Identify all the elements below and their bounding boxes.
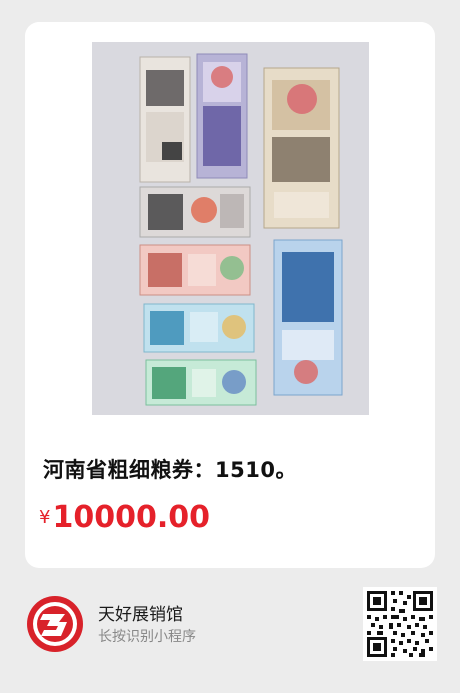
coupon-tan-large xyxy=(263,67,340,229)
coupon-green xyxy=(145,359,257,406)
mini-program-footer[interactable]: 天好展销馆 长按识别小程序 xyxy=(0,578,460,693)
product-price: ¥10000.00 xyxy=(39,500,210,535)
shop-logo-icon xyxy=(25,594,85,654)
long-press-hint: 长按识别小程序 xyxy=(98,629,196,645)
currency-symbol: ¥ xyxy=(39,507,51,528)
coupon-purple xyxy=(196,53,248,179)
coupon-pink xyxy=(139,244,251,296)
product-image[interactable] xyxy=(37,22,423,432)
shop-name[interactable]: 天好展销馆 xyxy=(98,600,183,625)
coupon-gray-middle xyxy=(139,186,251,238)
mini-program-qr-icon[interactable] xyxy=(363,587,437,661)
coupon-blue xyxy=(143,303,255,353)
grain-coupons-photo xyxy=(92,42,369,415)
price-amount: 10000.00 xyxy=(52,500,210,535)
product-title[interactable]: 河南省粗细粮券：1510。 xyxy=(43,454,297,484)
coupon-gray-top xyxy=(139,56,191,183)
coupon-blue-large xyxy=(273,239,343,396)
product-card[interactable]: 河南省粗细粮券：1510。 ¥10000.00 xyxy=(25,22,435,568)
